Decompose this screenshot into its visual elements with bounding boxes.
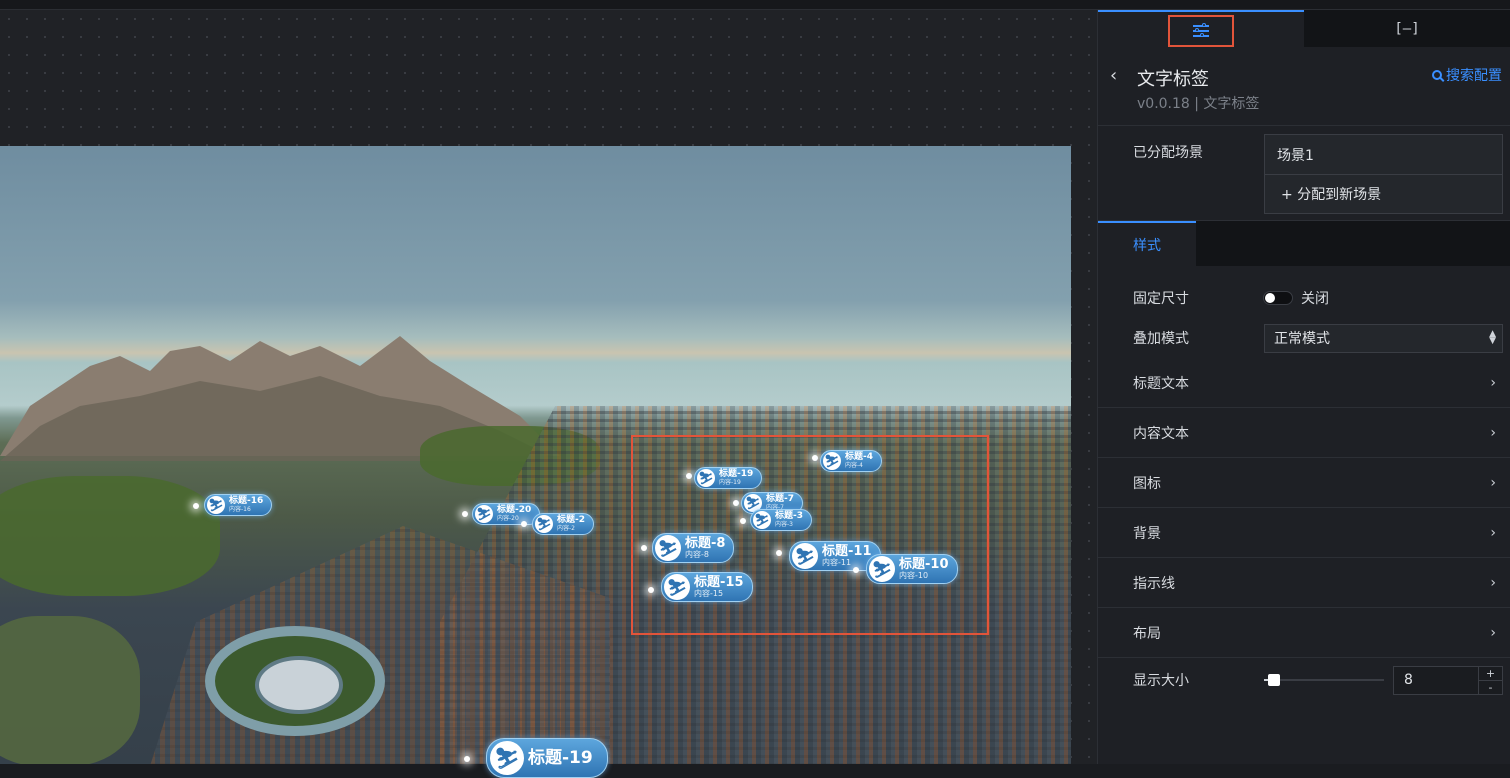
component-version: v0.0.18 | 文字标签 — [1137, 96, 1260, 112]
fixed-size-label: 固定尺寸 — [1133, 291, 1189, 307]
slider-thumb[interactable] — [1268, 674, 1280, 686]
display-size-row: 显示大小 8 + - — [1098, 658, 1510, 702]
stadium — [205, 626, 385, 736]
group-icon[interactable]: 图标 › — [1098, 458, 1510, 508]
stepper: + - — [1478, 666, 1502, 694]
group-indicator-line[interactable]: 指示线 › — [1098, 558, 1510, 608]
tag-title: 标题-20 — [497, 505, 532, 515]
chevron-right-icon: › — [1490, 624, 1496, 641]
green-area — [0, 616, 140, 764]
display-size-slider[interactable] — [1264, 674, 1384, 686]
sliders-icon — [1193, 22, 1209, 38]
group-label: 内容文本 — [1133, 425, 1189, 442]
assign-new-scene-button[interactable]: + 分配到新场景 — [1265, 174, 1502, 213]
search-config-label: 搜索配置 — [1446, 68, 1502, 84]
group-label: 图标 — [1133, 475, 1161, 492]
assigned-scene-label: 已分配场景 — [1133, 145, 1203, 161]
blend-mode-select[interactable]: 正常模式 ▲ ▼ — [1264, 323, 1503, 353]
tab-style[interactable]: 样式 — [1098, 221, 1196, 267]
search-icon — [1432, 70, 1442, 80]
scene-list: 场景1 + 分配到新场景 — [1264, 134, 1503, 214]
chevron-right-icon: › — [1490, 574, 1496, 591]
group-layout[interactable]: 布局 › — [1098, 608, 1510, 658]
chevron-right-icon: › — [1490, 424, 1496, 441]
panel-tabs: [–] — [1098, 10, 1510, 47]
back-icon[interactable]: ‹ — [1110, 65, 1117, 86]
tab-data[interactable]: [–] — [1304, 10, 1510, 47]
group-label: 指示线 — [1133, 575, 1175, 592]
fixed-size-value: 关闭 — [1301, 291, 1329, 307]
increment-button[interactable]: + — [1479, 667, 1502, 680]
green-area — [0, 476, 220, 596]
decrement-button[interactable]: - — [1479, 679, 1502, 694]
tag-content: 内容-2 — [557, 525, 575, 532]
tag-title: 标题-16 — [229, 496, 264, 506]
group-label: 标题文本 — [1133, 375, 1189, 392]
chevron-right-icon: › — [1490, 374, 1496, 391]
blend-mode-label: 叠加模式 — [1133, 331, 1189, 347]
assigned-scene-row: 已分配场景 场景1 + 分配到新场景 — [1098, 125, 1510, 220]
tag-marker-icon: ⛷ — [475, 505, 493, 523]
panel-header: ‹ 文字标签 v0.0.18 | 文字标签 搜索配置 — [1098, 47, 1510, 125]
tab-config[interactable] — [1098, 10, 1304, 47]
bracket-icon: [–] — [1394, 20, 1420, 37]
top-bar — [0, 0, 1510, 10]
scene-tag[interactable]: ⛷ 标题-19 — [486, 738, 608, 778]
tag-pin — [462, 511, 468, 517]
tag-marker-icon: ⛷ — [207, 496, 225, 514]
style-tabs: 样式 — [1098, 220, 1510, 267]
blend-mode-row: 叠加模式 正常模式 ▲ ▼ — [1098, 318, 1510, 358]
tag-content: 内容-16 — [229, 506, 251, 513]
display-size-input[interactable]: 8 + - — [1393, 665, 1503, 695]
search-config-link[interactable]: 搜索配置 — [1432, 65, 1502, 85]
blend-mode-value: 正常模式 — [1274, 331, 1330, 347]
display-size-value: 8 — [1404, 672, 1413, 688]
tag-pin — [193, 503, 199, 509]
group-label: 布局 — [1133, 625, 1161, 642]
highlight-box — [631, 435, 989, 635]
display-size-label: 显示大小 — [1133, 673, 1189, 689]
scene-item[interactable]: 场景1 — [1265, 135, 1502, 174]
tag-pin — [521, 521, 527, 527]
tag-pin — [464, 756, 470, 762]
tab-highlight — [1168, 14, 1234, 47]
fixed-size-toggle[interactable] — [1263, 291, 1293, 305]
group-content-text[interactable]: 内容文本 › — [1098, 408, 1510, 458]
chevron-right-icon: › — [1490, 524, 1496, 541]
scene-tag[interactable]: ⛷ 标题-16 内容-16 — [204, 494, 273, 516]
config-panel: [–] ‹ 文字标签 v0.0.18 | 文字标签 搜索配置 已分配场景 场景1… — [1097, 10, 1510, 764]
tag-marker-icon: ⛷ — [490, 741, 524, 775]
scene-tag[interactable]: ⛷ 标题-20 内容-20 — [472, 503, 541, 525]
group-background[interactable]: 背景 › — [1098, 508, 1510, 558]
updown-icon: ▲ ▼ — [1489, 329, 1496, 346]
tag-title: 标题-2 — [557, 515, 585, 525]
component-title: 文字标签 — [1137, 69, 1209, 90]
chevron-right-icon: › — [1490, 474, 1496, 491]
fixed-size-row: 固定尺寸 关闭 — [1098, 278, 1510, 318]
group-label: 背景 — [1133, 525, 1161, 542]
group-title-text[interactable]: 标题文本 › — [1098, 358, 1510, 408]
tag-marker-icon: ⛷ — [535, 515, 553, 533]
scene-tag[interactable]: ⛷ 标题-2 内容-2 — [532, 513, 594, 535]
